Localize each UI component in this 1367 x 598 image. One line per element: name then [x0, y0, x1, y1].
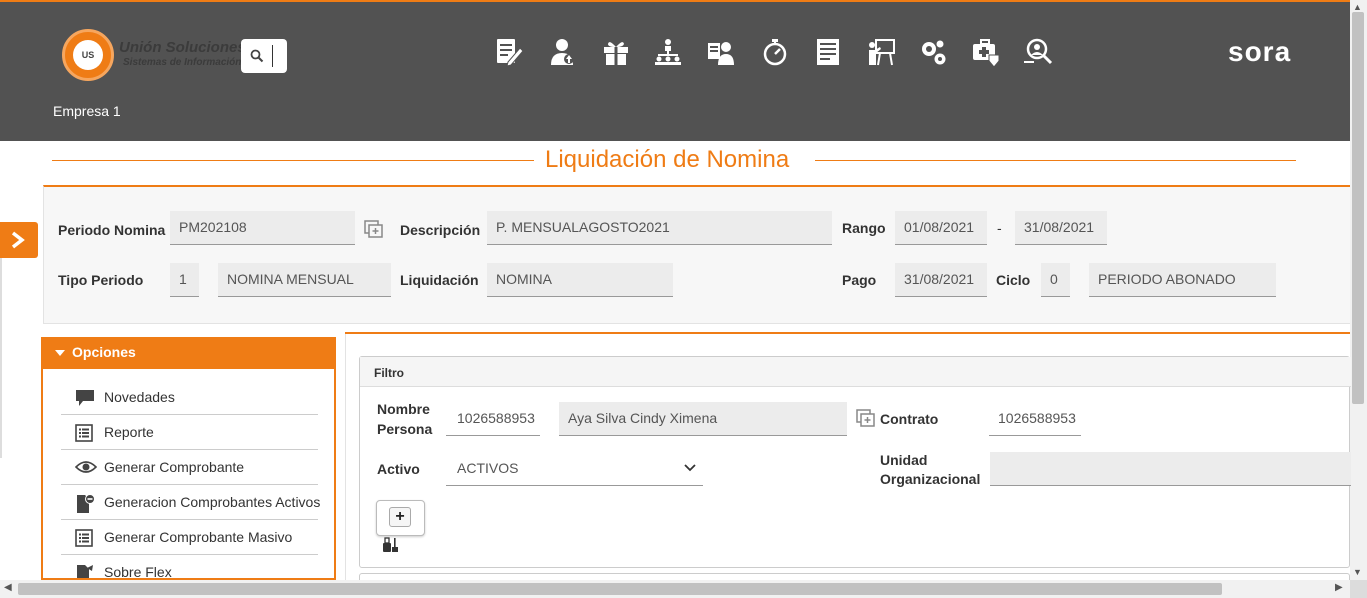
- chevron-right-icon: [11, 231, 25, 249]
- eye-icon: [75, 461, 97, 473]
- company-name[interactable]: Empresa 1: [53, 103, 121, 119]
- rango-separator: -: [997, 220, 1002, 236]
- persona-name-field[interactable]: Aya Silva Cindy Ximena: [559, 402, 847, 436]
- org-hierarchy-icon[interactable]: [653, 37, 683, 67]
- rango-to-field[interactable]: 31/08/2021: [1015, 211, 1107, 245]
- tipo-periodo-field[interactable]: NOMINA MENSUAL: [218, 263, 391, 297]
- sidebar-edge: [0, 258, 2, 458]
- menu-item-label: Sobre Flex: [104, 564, 172, 580]
- search-icon: [250, 49, 264, 63]
- next-panel-edge: [359, 573, 1350, 580]
- activo-selected-value: ACTIVOS: [457, 460, 519, 476]
- menu-item-generar-comprobante[interactable]: Generar Comprobante: [61, 450, 318, 485]
- sidebar-toggle-button[interactable]: [0, 222, 38, 258]
- product-logo: sora: [1228, 36, 1292, 67]
- liquidacion-field[interactable]: NOMINA: [487, 263, 673, 297]
- presentation-icon[interactable]: [866, 37, 896, 67]
- pago-field[interactable]: 31/08/2021: [895, 263, 987, 297]
- scroll-down-arrow-icon[interactable]: ▼: [1353, 567, 1362, 577]
- menu-item-generacion-comprobantes-activos[interactable]: Generacion Comprobantes Activos: [61, 485, 321, 520]
- options-menu: Opciones Novedades Reporte Generar Compr…: [41, 337, 336, 580]
- scroll-up-arrow-icon[interactable]: ▲: [1353, 2, 1362, 12]
- filter-panel-title: Filtro: [374, 366, 404, 380]
- scroll-right-arrow-icon[interactable]: ▶: [1335, 582, 1343, 593]
- add-button[interactable]: +: [376, 500, 425, 536]
- menu-item-label: Generacion Comprobantes Activos: [104, 494, 321, 510]
- pago-label: Pago: [842, 272, 877, 288]
- user-search-icon[interactable]: [1023, 37, 1053, 67]
- unidad-label-line2: Organizacional: [880, 471, 981, 487]
- periodo-field[interactable]: PM202108: [170, 211, 355, 245]
- medical-kit-icon[interactable]: [971, 37, 1001, 68]
- activo-select[interactable]: ACTIVOS: [446, 452, 703, 486]
- menu-item-sobre-flex[interactable]: Sobre Flex: [61, 555, 318, 580]
- gift-icon[interactable]: [601, 37, 631, 67]
- persona-id-input[interactable]: 1026588953: [446, 402, 540, 436]
- logo-text: US: [73, 40, 103, 70]
- descripcion-label: Descripción: [400, 222, 481, 238]
- liquidacion-label: Liquidación: [400, 272, 479, 288]
- tipo-periodo-label: Tipo Periodo: [58, 272, 144, 288]
- periodo-label: Periodo Nomina: [58, 222, 166, 238]
- menu-item-novedades[interactable]: Novedades: [61, 380, 318, 415]
- page-title: Liquidación de Nomina: [545, 146, 790, 173]
- menu-item-label: Reporte: [104, 424, 154, 440]
- edit-document-icon[interactable]: [494, 37, 524, 67]
- search-input-caret: [272, 45, 273, 67]
- filter-panel: Filtro Nombre Persona 1026588953 Aya Sil…: [359, 356, 1351, 568]
- search-button[interactable]: [241, 39, 287, 73]
- options-menu-header[interactable]: Opciones: [43, 337, 334, 369]
- unidad-label-line1: Unidad: [880, 452, 928, 468]
- document-minus-icon: [77, 494, 95, 513]
- brand-subtitle: Sistemas de Información: [123, 57, 241, 68]
- scroll-left-arrow-icon[interactable]: ◀: [4, 582, 12, 593]
- stopwatch-icon[interactable]: [760, 37, 790, 67]
- menu-item-label: Novedades: [104, 389, 175, 405]
- plus-icon: +: [389, 507, 411, 527]
- menu-item-generar-comprobante-masivo[interactable]: Generar Comprobante Masivo: [61, 520, 318, 555]
- filter-panel-header: Filtro: [360, 357, 1351, 387]
- vertical-scrollbar-thumb[interactable]: [1352, 12, 1364, 404]
- list-icon: [75, 529, 93, 547]
- unidad-organizacional-field[interactable]: [990, 452, 1351, 486]
- nombre-persona-label-line1: Nombre: [377, 401, 430, 417]
- period-summary-panel: Periodo Nomina PM202108 Descripción P. M…: [43, 185, 1350, 324]
- caret-down-icon: [55, 350, 65, 356]
- chevron-down-icon: [684, 464, 696, 472]
- menu-item-label: Generar Comprobante Masivo: [104, 529, 293, 545]
- brand-name: Unión Soluciones: [119, 39, 241, 56]
- menu-item-reporte[interactable]: Reporte: [61, 415, 318, 450]
- comment-icon: [76, 390, 94, 406]
- options-menu-title: Opciones: [72, 344, 136, 360]
- ciclo-field[interactable]: PERIODO ABONADO: [1089, 263, 1276, 297]
- descripcion-field[interactable]: P. MENSUALAGOSTO2021: [487, 211, 832, 245]
- lookup-icon[interactable]: [364, 220, 384, 243]
- title-divider-right: [815, 160, 1296, 161]
- employee-card-icon[interactable]: [706, 37, 736, 67]
- app-header: US Unión Soluciones Sistemas de Informac…: [0, 2, 1350, 141]
- activo-label: Activo: [377, 461, 420, 477]
- tipo-periodo-code-field[interactable]: 1: [170, 263, 199, 297]
- rango-label: Rango: [842, 220, 886, 236]
- menu-item-label: Generar Comprobante: [104, 459, 245, 475]
- clean-broom-icon[interactable]: [382, 537, 400, 558]
- contrato-label: Contrato: [880, 411, 939, 427]
- form-document-icon[interactable]: [813, 37, 843, 67]
- lookup-icon[interactable]: [856, 409, 876, 432]
- scrollbar-corner: [1350, 580, 1367, 598]
- rango-from-field[interactable]: 01/08/2021: [895, 211, 987, 245]
- horizontal-scrollbar-thumb[interactable]: [18, 583, 1222, 595]
- title-divider-left: [52, 160, 534, 161]
- user-upload-icon[interactable]: [548, 37, 578, 67]
- document-share-icon: [77, 565, 93, 578]
- brand-logo[interactable]: US: [62, 29, 114, 81]
- ciclo-label: Ciclo: [996, 272, 1031, 288]
- gears-icon[interactable]: [918, 37, 948, 67]
- list-icon: [75, 424, 93, 442]
- nombre-persona-label-line2: Persona: [377, 421, 433, 437]
- contrato-input[interactable]: 1026588953: [989, 402, 1081, 436]
- ciclo-code-field[interactable]: 0: [1041, 263, 1070, 297]
